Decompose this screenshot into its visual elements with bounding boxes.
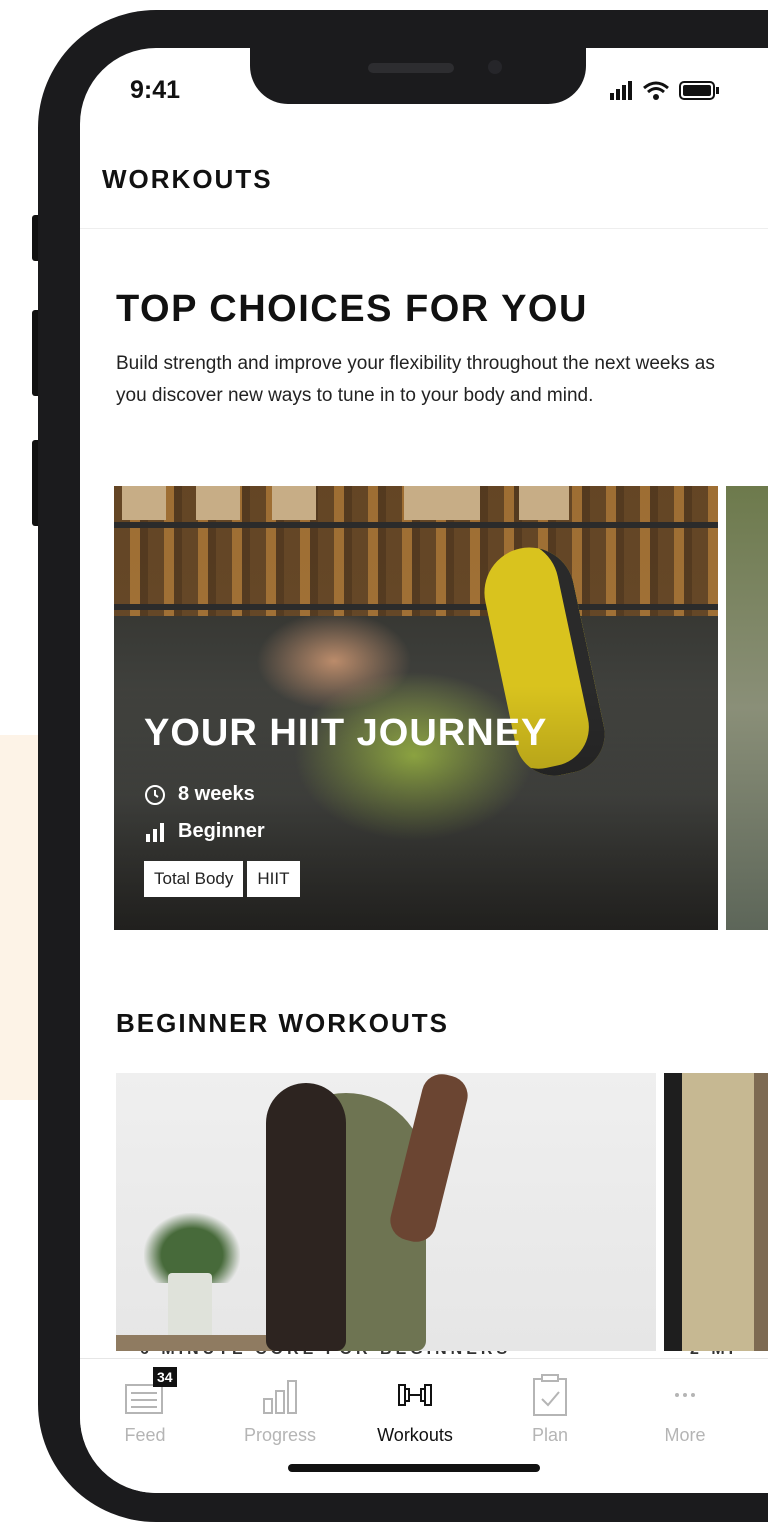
next-workout-card[interactable] [664,1073,768,1351]
front-camera [488,60,502,74]
hero-title: YOUR HIIT JOURNEY [144,712,548,754]
shelf-box [404,486,480,520]
tab-bar: 34 Feed Progress Workouts Plan More [80,1358,768,1493]
dumbbell-icon [393,1373,437,1417]
tab-more[interactable]: More [630,1373,740,1446]
hero-duration-label: 8 weeks [178,783,255,805]
feed-badge: 34 [153,1367,177,1387]
hero-level-label: Beginner [178,820,265,842]
status-icons [610,78,740,102]
tab-progress-label: Progress [243,1425,317,1445]
side-table [116,1335,286,1351]
hero-duration: 8 weeks [144,783,255,806]
tab-plan-label: Plan [531,1425,569,1445]
signal-wifi-battery-icon [610,81,719,100]
workout-person-hair [266,1083,346,1351]
top-choices-title: TOP CHOICES FOR YOU [116,288,588,330]
more-icon [663,1373,707,1417]
mute-switch [32,215,38,261]
app-screen: 9:41 WORKOUTS TOP CHOICES FOR YOU Build … [80,48,768,1493]
tab-plan[interactable]: Plan [495,1373,605,1446]
status-time: 9:41 [130,76,181,104]
shelf-box [122,486,166,520]
home-indicator[interactable] [288,1464,540,1472]
volume-down-button [32,440,38,526]
tab-more-label: More [664,1425,706,1445]
next-program-card[interactable] [726,486,768,930]
tab-progress[interactable]: Progress [225,1373,335,1446]
top-choices-description: Build strength and improve your flexibil… [116,353,715,406]
volume-up-button [32,310,38,396]
shelf-box [196,486,240,520]
tag-total-body: Total Body [144,861,244,897]
notch [250,48,586,104]
tab-workouts[interactable]: Workouts [360,1373,470,1446]
level-bars-icon [146,822,164,842]
tab-workouts-label: Workouts [377,1425,453,1445]
shelf-bar [114,522,718,528]
workout-card[interactable] [116,1073,656,1351]
tab-feed-label: Feed [124,1425,166,1445]
hiit-journey-card[interactable]: YOUR HIIT JOURNEY 8 weeks Beginner Total… [114,486,718,930]
feed-icon: 34 [123,1367,177,1417]
progress-icon [258,1373,302,1417]
speaker-grille [368,63,454,73]
plan-icon [528,1373,572,1417]
page-title: WORKOUTS [102,164,273,194]
clock-icon [145,784,165,805]
beginner-workouts-title: BEGINNER WORKOUTS [116,1008,449,1038]
tab-feed[interactable]: 34 Feed [90,1367,200,1446]
hero-tags: Total Body HIIT [144,861,300,897]
shelf-box [519,486,569,520]
app-header: WORKOUTS [80,148,768,229]
shelf-box [272,486,316,520]
tag-hiit: HIIT [247,861,300,897]
hero-level: Beginner [144,820,265,843]
shelf-bar [114,604,718,610]
